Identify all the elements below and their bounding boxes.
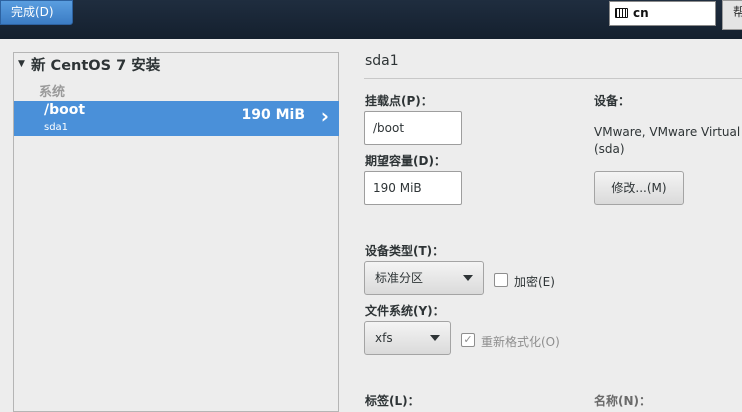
device-type-value: 标准分区 <box>375 271 424 285</box>
filesystem-label: 文件系统(Y)： <box>365 304 445 318</box>
chevron-right-icon: › <box>320 104 329 128</box>
device-value: VMware, VMware Virtual (sda) <box>594 125 741 156</box>
modify-button[interactable]: 修改...(M) <box>594 171 684 205</box>
device-label: 设备： <box>594 94 631 108</box>
keyboard-layout-indicator[interactable]: cn <box>609 1 716 26</box>
device-type-combo[interactable]: 标准分区 <box>364 261 484 295</box>
top-bar: 完成(D) cn 帮 <box>0 0 742 39</box>
encrypt-checkbox[interactable] <box>494 273 508 287</box>
capacity-label: 期望容量(D)： <box>365 154 446 168</box>
partition-mount-label: /boot <box>44 102 86 118</box>
system-group-label: 系统 <box>39 85 66 100</box>
detail-title: sda1 <box>365 53 399 69</box>
partition-device-label: sda1 <box>44 122 69 133</box>
tag-label: 标签(L)： <box>365 394 420 408</box>
chevron-down-icon <box>463 275 473 281</box>
name-label: 名称(N)： <box>594 394 652 408</box>
keyboard-layout-label: cn <box>633 6 649 20</box>
encrypt-label[interactable]: 加密(E) <box>514 273 555 290</box>
filesystem-combo[interactable]: xfs <box>364 321 451 355</box>
partition-row-boot[interactable]: /boot sda1 190 MiB › <box>14 101 339 136</box>
mount-point-input[interactable]: /boot <box>364 111 462 145</box>
device-type-label: 设备类型(T)： <box>365 244 445 258</box>
filesystem-value: xfs <box>375 331 393 345</box>
chevron-down-icon <box>430 335 440 341</box>
collapse-triangle-icon[interactable]: ▼ <box>18 59 25 69</box>
mount-point-label: 挂载点(P)： <box>365 94 433 108</box>
keyboard-icon <box>615 8 628 18</box>
done-button[interactable]: 完成(D) <box>0 0 73 25</box>
reformat-checkbox[interactable]: ✓ <box>461 333 475 347</box>
installation-root-label: 新 CentOS 7 安装 <box>31 58 161 74</box>
reformat-label[interactable]: 重新格式化(O) <box>481 333 560 350</box>
partition-size-label: 190 MiB <box>241 107 306 123</box>
partition-tree-panel: ▼ 新 CentOS 7 安装 系统 /boot sda1 190 MiB › <box>13 52 339 412</box>
capacity-input[interactable]: 190 MiB <box>364 171 462 205</box>
detail-divider <box>364 78 742 79</box>
help-button[interactable]: 帮 <box>722 0 742 30</box>
